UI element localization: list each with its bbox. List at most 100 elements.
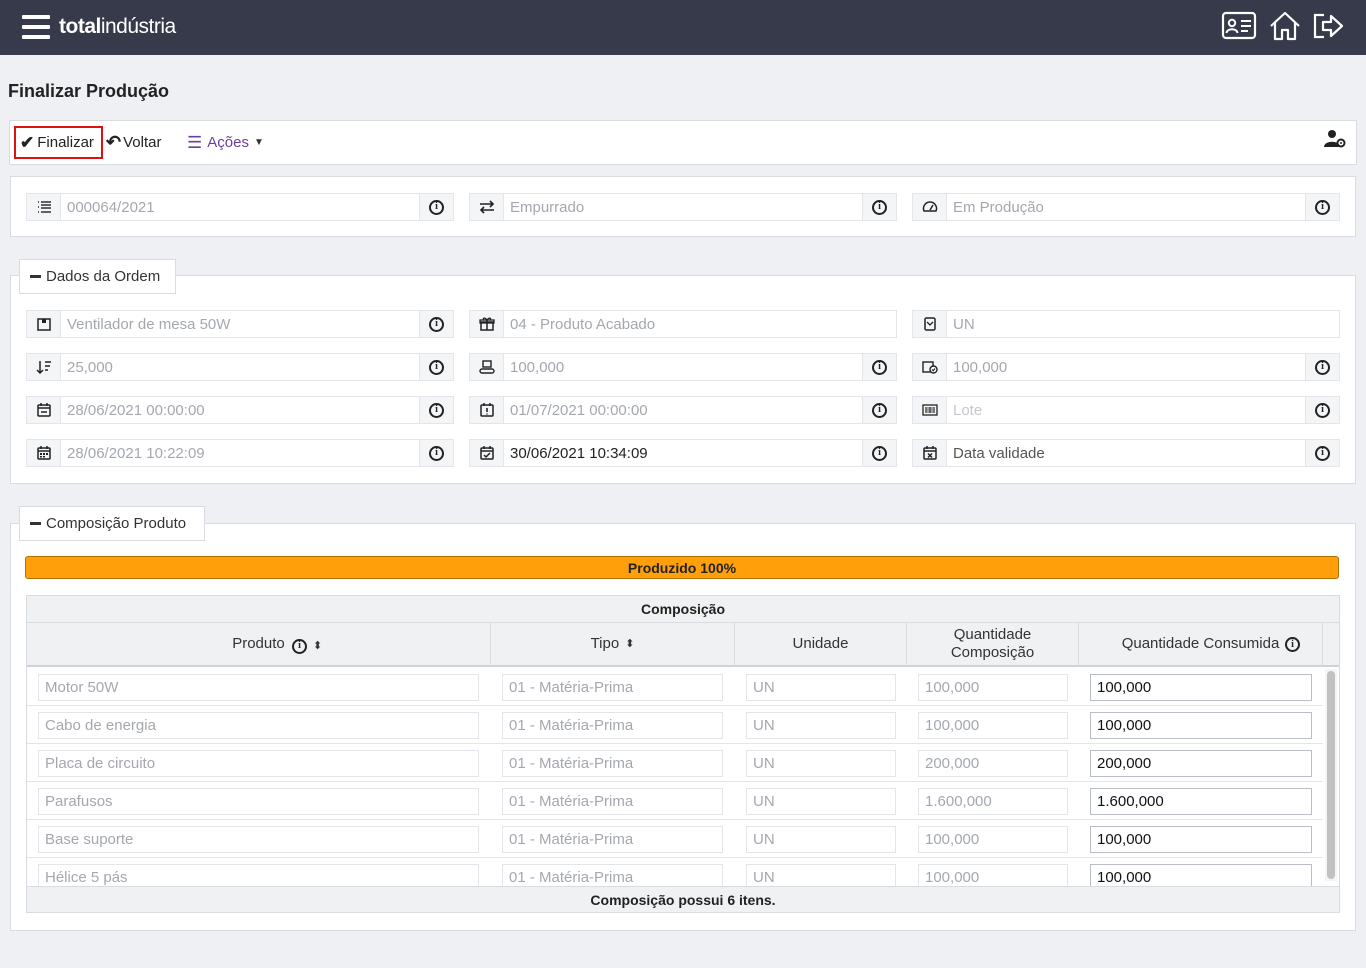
actual-end-field[interactable]: 30/06/2021 10:34:09 i [469,439,897,467]
product-type-field[interactable]: 04 - Produto Acabado [469,310,897,338]
profile-card-icon[interactable] [1221,10,1257,42]
qtd-consumida-input[interactable]: 200,000 [1090,750,1312,777]
info-button[interactable]: i [1305,354,1339,380]
grid-footer: Composição possui 6 itens. [27,886,1339,912]
user-settings-icon[interactable] [1324,129,1346,149]
app-logo[interactable]: totalindústria [59,15,176,39]
qtd-consumida-input[interactable]: 1.600,000 [1090,788,1312,815]
lote-field[interactable]: Lote i [912,396,1340,424]
voltar-label: Voltar [123,134,162,151]
qty-planned-value: 100,000 [510,358,565,376]
info-button[interactable]: i [862,194,896,220]
conveyor-icon [470,354,504,380]
produto-cell: Parafusos [38,788,479,815]
unit-field[interactable]: UN [912,310,1340,338]
scrollbar-thumb[interactable] [1327,671,1335,879]
actual-start-field[interactable]: 28/06/2021 10:22:09 i [26,439,454,467]
info-button[interactable]: i [419,311,453,337]
top-bar: totalindústria [0,0,1366,55]
info-button[interactable]: i [419,194,453,220]
planned-end-field[interactable]: 01/07/2021 00:00:00 i [469,396,897,424]
dados-ordem-toggle[interactable]: Dados da Ordem [19,259,176,294]
qtd-consumida-input[interactable]: 100,000 [1090,712,1312,739]
menu-icon[interactable] [22,15,50,39]
info-button[interactable]: i [419,354,453,380]
planned-start-value: 28/06/2021 00:00:00 [67,401,205,419]
produto-cell: Base suporte [38,826,479,853]
info-icon: i [872,445,887,461]
produto-cell: Placa de circuito [38,750,479,777]
tipo-cell: 01 - Matéria-Prima [502,826,723,853]
info-button[interactable]: i [862,440,896,466]
column-header-qtd-consumida[interactable]: Quantidade Consumida i [1079,623,1323,667]
composicao-legend: Composição Produto [46,515,187,532]
info-button[interactable]: i [419,397,453,423]
table-row: Placa de circuito 01 - Matéria-Prima UN 200… [27,744,1323,782]
column-header-tipo[interactable]: Tipo ⬍ [491,623,735,667]
column-label: Unidade [792,635,849,652]
box-check-icon [913,354,947,380]
qty-min-field[interactable]: 25,000 i [26,353,454,381]
voltar-button[interactable]: ↶ Voltar [106,126,161,159]
table-row: Base suporte 01 - Matéria-Prima UN 100,000 1… [27,820,1323,858]
calendar-check-icon [470,440,504,466]
flow-type-field[interactable]: Empurrado i [469,193,897,221]
unidade-cell: UN [746,826,896,853]
finalizar-button[interactable]: ✔ Finalizar [14,126,103,159]
qtd-consumida-input[interactable]: 100,000 [1090,674,1312,701]
info-icon[interactable]: i [1285,637,1300,652]
qty-produced-field[interactable]: 100,000 i [912,353,1340,381]
info-icon: i [1315,359,1330,375]
qtd-consumida-input[interactable]: 100,000 [1090,826,1312,853]
progress-label: Produzido 100% [627,559,737,576]
info-icon: i [429,199,444,215]
qtd-composicao-cell: 100,000 [918,712,1068,739]
caret-down-icon: ▼ [253,137,264,148]
info-button[interactable]: i [419,440,453,466]
calendar-alert-icon [470,397,504,423]
info-icon[interactable]: i [292,638,307,654]
box-icon [27,311,61,337]
info-button[interactable]: i [1305,440,1339,466]
unidade-cell: UN [746,750,896,777]
column-header-produto[interactable]: Produto i ⬍ [27,623,491,667]
info-icon: i [429,316,444,332]
unidade-cell: UN [746,712,896,739]
product-type-value: 04 - Produto Acabado [510,315,656,333]
home-icon[interactable] [1267,10,1303,42]
column-header-spacer [1323,623,1339,667]
dados-ordem-legend: Dados da Ordem [46,268,161,285]
actual-start-value: 28/06/2021 10:22:09 [67,444,205,462]
logo-light: indústria [100,15,176,38]
logout-icon[interactable] [1310,10,1346,42]
actual-end-input[interactable]: 30/06/2021 10:34:09 [504,440,862,466]
column-header-qtd-composicao[interactable]: Quantidade Composição [907,623,1079,667]
qtd-composicao-cell: 100,000 [918,674,1068,701]
logo-bold: total [59,15,101,38]
validade-input[interactable]: Data validade [947,440,1305,466]
info-button[interactable]: i [1305,397,1339,423]
order-number-field[interactable]: 000064/2021 i [26,193,454,221]
info-button[interactable]: i [862,354,896,380]
product-field[interactable]: Ventilador de mesa 50W i [26,310,454,338]
list-ordered-icon [27,194,61,220]
lote-input[interactable]: Lote [947,397,1305,423]
planned-start-field[interactable]: 28/06/2021 00:00:00 i [26,396,454,424]
validade-field[interactable]: Data validade i [912,439,1340,467]
composicao-toggle[interactable]: Composição Produto [19,506,205,541]
status-value: Em Produção [953,198,1044,216]
sort-icon[interactable]: ⬍ [313,637,322,655]
status-field[interactable]: Em Produção i [912,193,1340,221]
info-icon: i [429,445,444,461]
info-icon: i [872,359,887,375]
column-label: Quantidade Consumida [1121,635,1280,652]
qty-planned-field[interactable]: 100,000 i [469,353,897,381]
info-icon: i [429,402,444,418]
column-header-unidade[interactable]: Unidade [735,623,907,667]
acoes-dropdown[interactable]: ☰ Ações ▼ [187,126,264,159]
sort-icon[interactable]: ⬍ [625,635,634,653]
info-button[interactable]: i [1305,194,1339,220]
unidade-cell: UN [746,788,896,815]
info-button[interactable]: i [862,397,896,423]
grid-scrollbar[interactable] [1325,669,1337,881]
